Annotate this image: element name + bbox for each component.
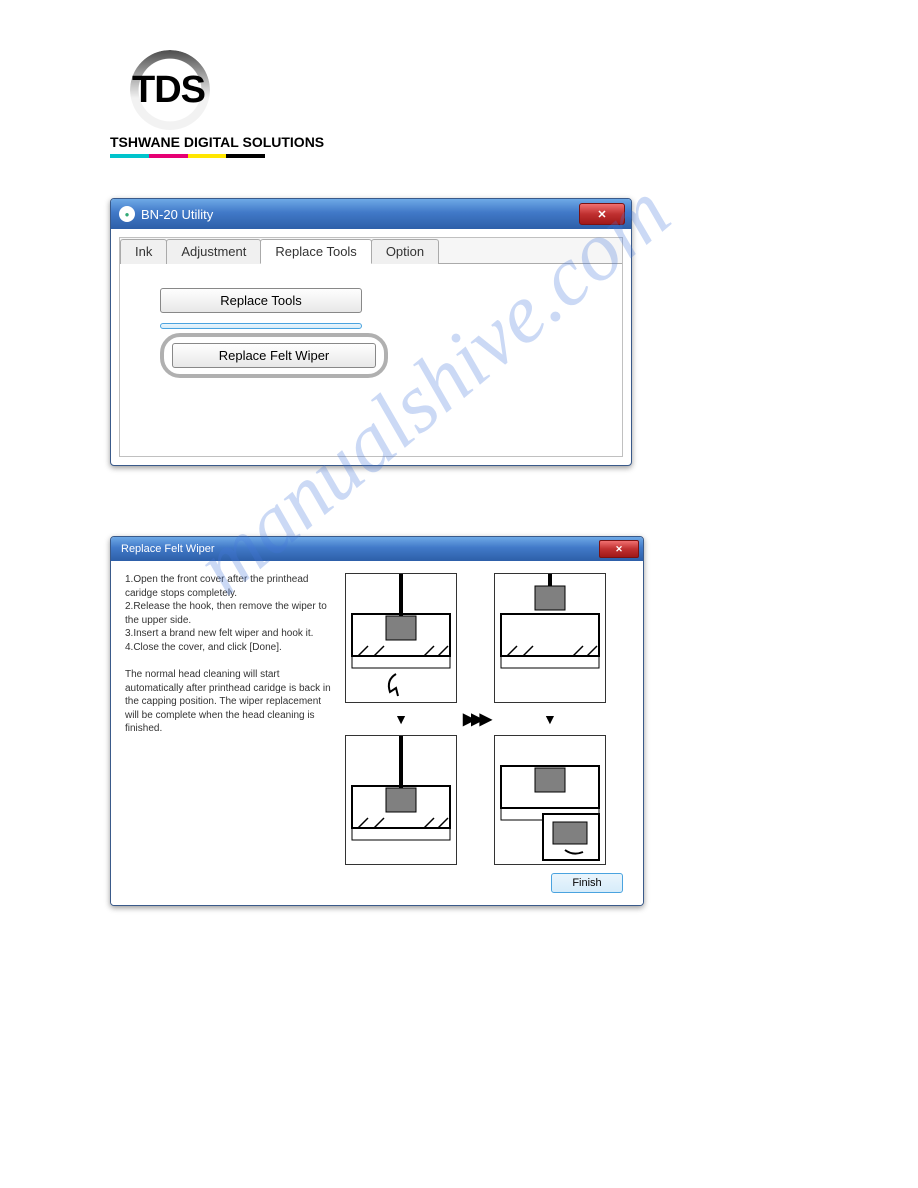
logo-abbrev: TDS xyxy=(110,60,250,120)
instruction-line-4: 4.Close the cover, and click [Done]. xyxy=(125,641,335,655)
app-icon: ● xyxy=(119,206,135,222)
tab-body: Replace Tools Replace Felt Wiper xyxy=(120,264,622,456)
close-icon: ✕ xyxy=(615,544,623,555)
felt-wiper-window: Replace Felt Wiper ✕ 1.Open the front co… xyxy=(110,536,644,906)
instruction-line-1: 1.Open the front cover after the printhe… xyxy=(125,573,335,600)
emphasized-button-group: Replace Felt Wiper xyxy=(160,333,388,378)
illustration-step-4 xyxy=(494,735,606,865)
logo-full-name: TSHWANE DIGITAL SOLUTIONS xyxy=(110,134,808,150)
replace-tools-button[interactable]: Replace Tools xyxy=(160,288,362,313)
tab-option[interactable]: Option xyxy=(371,239,439,264)
tab-replace-tools[interactable]: Replace Tools xyxy=(260,239,371,264)
replace-felt-wiper-button[interactable]: Replace Felt Wiper xyxy=(172,343,376,368)
tab-row: Ink Adjustment Replace Tools Option xyxy=(120,238,622,264)
illustration-step-3 xyxy=(494,573,606,703)
utility-title: BN-20 Utility xyxy=(141,207,213,222)
illustration-step-1 xyxy=(345,573,457,703)
tab-adjustment[interactable]: Adjustment xyxy=(166,239,261,264)
logo-color-stripe xyxy=(110,154,265,158)
close-icon: ✕ xyxy=(597,208,606,221)
illustration-group: ▼ ▶▶▶ xyxy=(345,573,606,865)
close-button[interactable]: ✕ xyxy=(599,540,639,558)
utility-titlebar: ● BN-20 Utility ✕ xyxy=(111,199,631,229)
company-logo: TDS TSHWANE DIGITAL SOLUTIONS xyxy=(110,60,808,158)
felt-wiper-titlebar: Replace Felt Wiper ✕ xyxy=(111,537,643,561)
partial-button-edge xyxy=(160,323,362,329)
arrow-down-icon: ▼ xyxy=(543,711,557,727)
instruction-line-2: 2.Release the hook, then remove the wipe… xyxy=(125,600,335,627)
illustration-step-2 xyxy=(345,735,457,865)
felt-wiper-title: Replace Felt Wiper xyxy=(121,543,215,555)
tab-ink[interactable]: Ink xyxy=(120,239,167,264)
utility-window: ● BN-20 Utility ✕ Ink Adjustment Replace… xyxy=(110,198,632,466)
arrow-right-icon: ▶▶▶ xyxy=(463,709,488,729)
arrow-down-icon: ▼ xyxy=(394,711,408,727)
close-button[interactable]: ✕ xyxy=(579,203,625,225)
instruction-line-3: 3.Insert a brand new felt wiper and hook… xyxy=(125,627,335,641)
instruction-note: The normal head cleaning will start auto… xyxy=(125,668,335,736)
instruction-text: 1.Open the front cover after the printhe… xyxy=(125,573,335,865)
finish-button[interactable]: Finish xyxy=(551,873,623,893)
